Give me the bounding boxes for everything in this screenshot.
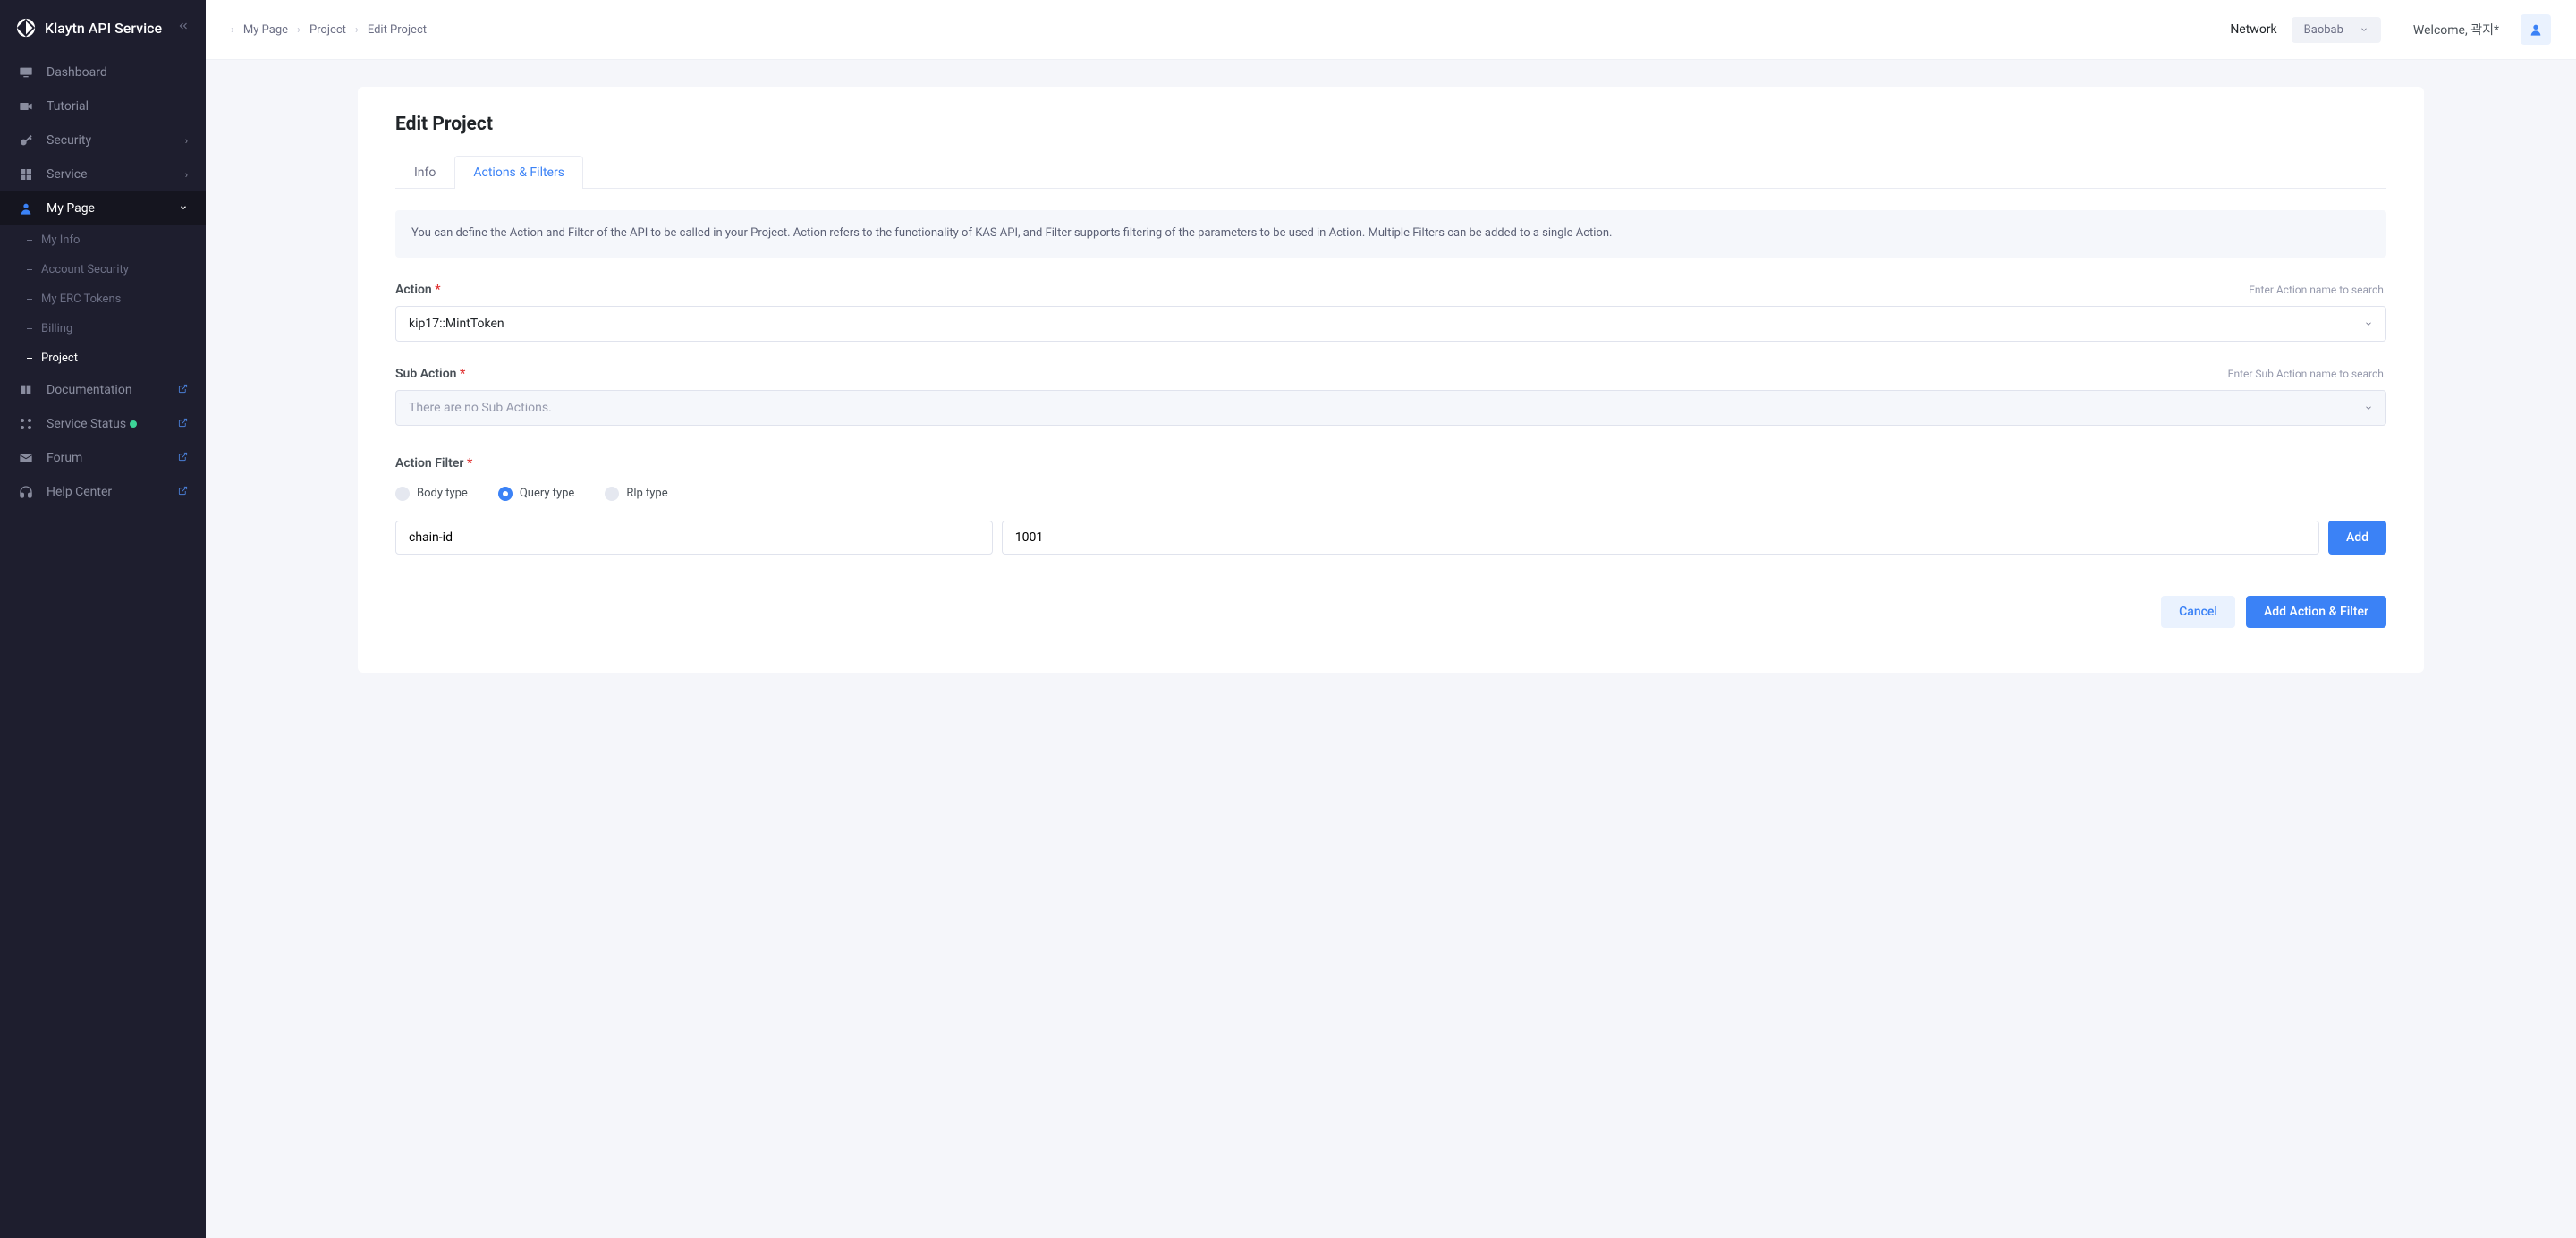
- sidebar-sub-myinfo[interactable]: My Info: [0, 225, 206, 255]
- sidebar-sub-erc-tokens[interactable]: My ERC Tokens: [0, 284, 206, 314]
- chevron-down-icon: [2364, 319, 2373, 328]
- chevron-down-icon: [2364, 403, 2373, 412]
- sidebar-sub-billing[interactable]: Billing: [0, 314, 206, 343]
- chevron-down-icon: [2360, 25, 2368, 34]
- user-icon: [2529, 22, 2543, 37]
- sidebar-item-label: Help Center: [47, 485, 165, 499]
- subaction-select[interactable]: There are no Sub Actions.: [395, 390, 2386, 426]
- breadcrumb: › My Page › Project › Edit Project: [231, 23, 427, 37]
- filter-type-radios: Body type Query type Rlp type: [395, 487, 2386, 501]
- breadcrumb-item[interactable]: My Page: [243, 23, 288, 37]
- welcome-text: Welcome, 곽지*: [2413, 21, 2499, 38]
- sidebar-item-tutorial[interactable]: Tutorial: [0, 89, 206, 123]
- chevron-right-icon: ›: [185, 135, 188, 147]
- sidebar-item-service[interactable]: Service ›: [0, 157, 206, 191]
- sidebar-sub-account-security[interactable]: Account Security: [0, 255, 206, 284]
- status-icon: [18, 417, 34, 431]
- topbar: › My Page › Project › Edit Project Netwo…: [206, 0, 2576, 60]
- sidebar: Klaytn API Service Dashboard Tutorial Se…: [0, 0, 206, 1238]
- sidebar-item-label: Security: [47, 133, 173, 148]
- external-link-icon: [178, 418, 188, 430]
- action-filter-label: Action Filter *: [395, 456, 2386, 471]
- sidebar-sub-label: Account Security: [41, 263, 129, 276]
- sidebar-sub-label: My Info: [41, 233, 80, 247]
- sidebar-sub-label: My ERC Tokens: [41, 293, 121, 306]
- video-icon: [18, 99, 34, 114]
- network-label: Network: [2230, 22, 2276, 37]
- sidebar-item-label: Service Status: [47, 417, 165, 431]
- radio-query-type[interactable]: Query type: [498, 487, 575, 501]
- sidebar-item-dashboard[interactable]: Dashboard: [0, 55, 206, 89]
- chevron-down-icon: [179, 203, 188, 215]
- page-title: Edit Project: [395, 114, 2386, 135]
- sidebar-sub-label: Billing: [41, 322, 72, 335]
- network-select[interactable]: Baobab: [2292, 17, 2381, 43]
- chevron-right-icon: ›: [185, 169, 188, 181]
- user-icon: [18, 201, 34, 216]
- cancel-button[interactable]: Cancel: [2161, 596, 2235, 628]
- radio-label: Rlp type: [626, 487, 667, 500]
- sidebar-collapse-icon[interactable]: [177, 20, 190, 36]
- status-dot-icon: [130, 420, 137, 428]
- subaction-hint: Enter Sub Action name to search.: [2228, 368, 2386, 380]
- radio-dot-icon: [395, 487, 410, 501]
- logo-icon: [16, 18, 36, 38]
- tabs: Info Actions & Filters: [395, 155, 2386, 189]
- filter-key-input[interactable]: [395, 521, 993, 555]
- subaction-label: Sub Action *: [395, 367, 465, 381]
- radio-label: Body type: [417, 487, 468, 500]
- action-label: Action *: [395, 283, 441, 297]
- tab-info[interactable]: Info: [395, 156, 454, 189]
- sidebar-item-label: Documentation: [47, 383, 165, 397]
- sidebar-item-label: Dashboard: [47, 65, 188, 80]
- grid-icon: [18, 167, 34, 182]
- chevron-right-icon: ›: [355, 23, 359, 37]
- radio-label: Query type: [520, 487, 575, 500]
- sidebar-item-documentation[interactable]: Documentation: [0, 373, 206, 407]
- sidebar-item-security[interactable]: Security ›: [0, 123, 206, 157]
- radio-dot-icon: [498, 487, 513, 501]
- sidebar-sub-project[interactable]: Project: [0, 343, 206, 373]
- action-hint: Enter Action name to search.: [2249, 284, 2386, 296]
- network-value: Baobab: [2304, 23, 2343, 37]
- breadcrumb-item[interactable]: Project: [309, 23, 346, 37]
- external-link-icon: [178, 452, 188, 464]
- sidebar-item-service-status[interactable]: Service Status: [0, 407, 206, 441]
- sidebar-item-forum[interactable]: Forum: [0, 441, 206, 475]
- book-icon: [18, 383, 34, 397]
- external-link-icon: [178, 486, 188, 498]
- radio-dot-icon: [605, 487, 619, 501]
- info-banner: You can define the Action and Filter of …: [395, 210, 2386, 258]
- sidebar-item-mypage[interactable]: My Page: [0, 191, 206, 225]
- radio-rlp-type[interactable]: Rlp type: [605, 487, 667, 501]
- edit-project-card: Edit Project Info Actions & Filters You …: [358, 87, 2424, 673]
- filter-value-input[interactable]: [1002, 521, 2319, 555]
- logo-row: Klaytn API Service: [0, 0, 206, 55]
- radio-body-type[interactable]: Body type: [395, 487, 468, 501]
- sidebar-item-label: My Page: [47, 201, 166, 216]
- subaction-placeholder: There are no Sub Actions.: [409, 401, 552, 415]
- mail-icon: [18, 451, 34, 465]
- external-link-icon: [178, 384, 188, 396]
- monitor-icon: [18, 65, 34, 80]
- sidebar-sub-label: Project: [41, 352, 78, 365]
- avatar-button[interactable]: [2521, 14, 2551, 45]
- sidebar-item-label: Forum: [47, 451, 165, 465]
- sidebar-item-label: Service: [47, 167, 173, 182]
- chevron-right-icon: ›: [231, 23, 234, 37]
- key-icon: [18, 133, 34, 148]
- add-filter-button[interactable]: Add: [2328, 521, 2386, 555]
- chevron-right-icon: ›: [297, 23, 301, 37]
- action-select[interactable]: kip17::MintToken: [395, 306, 2386, 342]
- sidebar-item-label: Tutorial: [47, 99, 188, 114]
- action-value: kip17::MintToken: [409, 317, 504, 331]
- add-action-filter-button[interactable]: Add Action & Filter: [2246, 596, 2386, 628]
- tab-actions-filters[interactable]: Actions & Filters: [454, 156, 583, 189]
- headphones-icon: [18, 485, 34, 499]
- brand-name: Klaytn API Service: [45, 20, 162, 37]
- sidebar-item-help[interactable]: Help Center: [0, 475, 206, 509]
- breadcrumb-item[interactable]: Edit Project: [368, 23, 427, 37]
